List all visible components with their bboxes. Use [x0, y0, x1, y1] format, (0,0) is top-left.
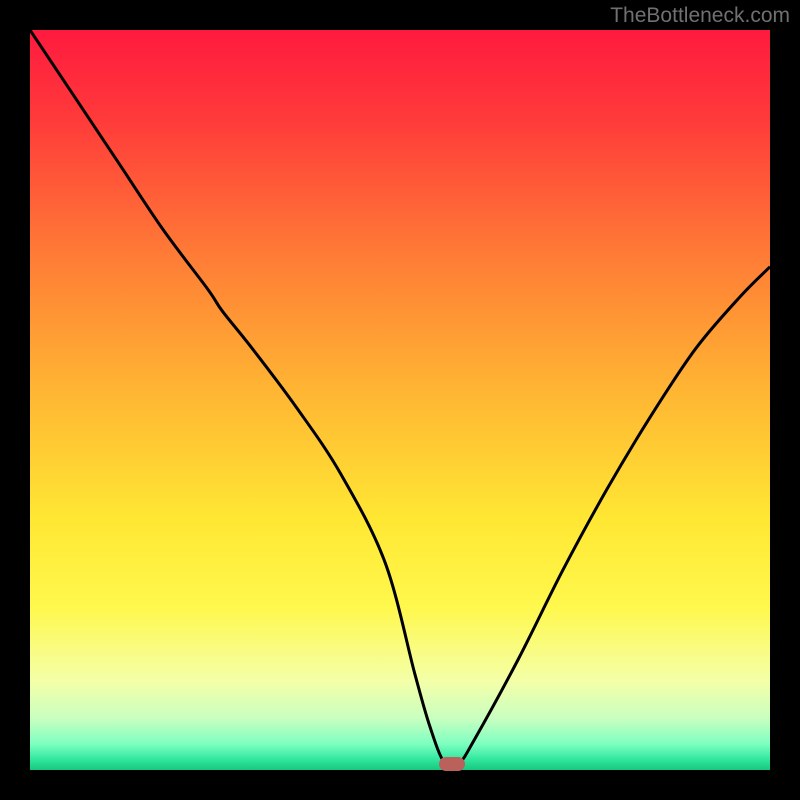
optimum-marker — [439, 757, 465, 771]
chart-frame: TheBottleneck.com — [0, 0, 800, 800]
watermark-text: TheBottleneck.com — [610, 4, 790, 28]
plot-area — [30, 30, 770, 770]
curve-svg — [30, 30, 770, 770]
bottleneck-curve — [30, 30, 770, 766]
